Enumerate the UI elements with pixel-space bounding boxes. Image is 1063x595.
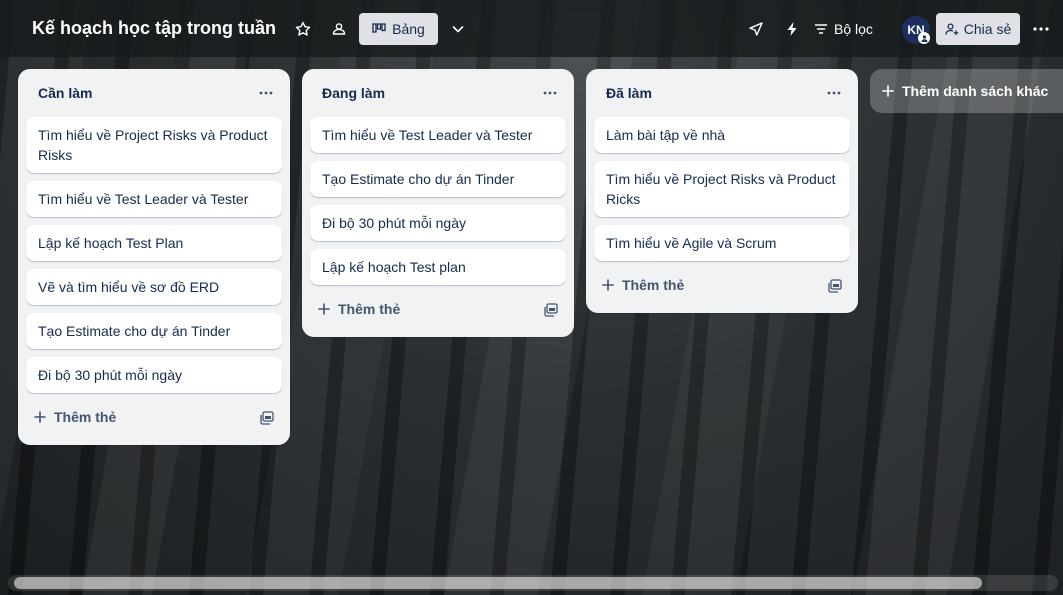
more-horizontal-icon	[1033, 27, 1049, 31]
create-from-template-button[interactable]	[828, 279, 842, 298]
list-header: Cần làm	[18, 69, 290, 117]
add-card-button[interactable]: Thêm thẻ	[34, 409, 116, 425]
add-card-button[interactable]: Thêm thẻ	[602, 277, 684, 293]
card[interactable]: Tạo Estimate cho dự án Tinder	[310, 161, 566, 197]
add-card-label: Thêm thẻ	[338, 301, 401, 317]
card[interactable]: Vẽ và tìm hiểu về sơ đồ ERD	[26, 269, 282, 305]
list-title[interactable]: Đã làm	[606, 85, 652, 101]
list-doing: Đang làm Tìm hiểu về Test Leader và Test…	[302, 69, 574, 337]
power-ups-button[interactable]	[744, 13, 768, 45]
card[interactable]: Tìm hiểu về Test Leader và Tester	[310, 117, 566, 153]
power-ups-icon	[749, 22, 763, 36]
filter-icon	[814, 24, 828, 34]
template-icon	[828, 279, 842, 293]
list-menu-button[interactable]	[538, 81, 562, 105]
list-footer: Thêm thẻ	[26, 401, 282, 437]
more-horizontal-icon	[259, 91, 273, 95]
more-horizontal-icon	[827, 91, 841, 95]
list-title[interactable]: Cần làm	[38, 85, 92, 101]
board-menu-button[interactable]	[1029, 13, 1053, 45]
add-card-label: Thêm thẻ	[622, 277, 685, 293]
list-menu-button[interactable]	[254, 81, 278, 105]
create-from-template-button[interactable]	[544, 303, 558, 322]
plus-icon	[318, 303, 330, 315]
card[interactable]: Tìm hiểu về Agile và Scrum	[594, 225, 850, 261]
filter-label: Bộ lọc	[834, 21, 873, 37]
list-footer: Thêm thẻ	[310, 293, 566, 329]
plus-icon	[602, 279, 614, 291]
list-footer: Thêm thẻ	[594, 269, 850, 305]
card[interactable]: Lập kế hoạch Test Plan	[26, 225, 282, 261]
card[interactable]: Lập kế hoạch Test plan	[310, 249, 566, 285]
card[interactable]: Tìm hiểu về Project Risks và Product Ris…	[26, 117, 282, 173]
template-icon	[260, 411, 274, 425]
list-title[interactable]: Đang làm	[322, 85, 385, 101]
add-card-label: Thêm thẻ	[54, 409, 117, 425]
card[interactable]: Làm bài tập về nhà	[594, 117, 850, 153]
card[interactable]: Đi bộ 30 phút mỗi ngày	[26, 357, 282, 393]
template-icon	[544, 303, 558, 317]
list-menu-button[interactable]	[822, 81, 846, 105]
view-switcher-button[interactable]	[446, 13, 470, 45]
add-person-icon	[945, 23, 958, 35]
horizontal-scrollbar[interactable]	[14, 577, 982, 589]
create-from-template-button[interactable]	[260, 411, 274, 430]
lightning-icon	[787, 22, 797, 36]
card[interactable]: Tìm hiểu về Project Risks và Product Ric…	[594, 161, 850, 217]
board-header: Kế hoạch học tập trong tuần Bảng Bộ lọc …	[0, 0, 1063, 57]
list-done: Đã làm Làm bài tập về nhà Tìm hiểu về Pr…	[586, 69, 858, 313]
chevron-down-icon	[452, 26, 464, 33]
card[interactable]: Tìm hiểu về Test Leader và Tester	[26, 181, 282, 217]
plus-icon	[34, 411, 46, 423]
card[interactable]: Đi bộ 30 phút mỗi ngày	[310, 205, 566, 241]
add-card-button[interactable]: Thêm thẻ	[318, 301, 400, 317]
star-button[interactable]	[291, 13, 315, 45]
board-view-label: Bảng	[392, 21, 425, 37]
list-header: Đang làm	[302, 69, 574, 117]
list-todo: Cần làm Tìm hiểu về Project Risks và Pro…	[18, 69, 290, 445]
filter-button[interactable]: Bộ lọc	[814, 13, 886, 45]
add-list-button[interactable]: Thêm danh sách khác	[870, 69, 1063, 113]
share-button[interactable]: Chia sẻ	[936, 13, 1020, 45]
share-label: Chia sẻ	[963, 21, 1012, 37]
board-view-icon	[372, 23, 386, 33]
board-title[interactable]: Kế hoạch học tập trong tuần	[32, 18, 276, 39]
list-header: Đã làm	[586, 69, 858, 117]
more-horizontal-icon	[543, 91, 557, 95]
star-icon	[295, 21, 311, 36]
workspace-visibility-button[interactable]	[327, 13, 351, 45]
card[interactable]: Tạo Estimate cho dự án Tinder	[26, 313, 282, 349]
admin-badge-icon	[918, 32, 930, 44]
workspace-visibility-icon	[332, 23, 346, 35]
board-view-button[interactable]: Bảng	[359, 13, 438, 45]
add-list-label: Thêm danh sách khác	[902, 83, 1049, 99]
automation-button[interactable]	[780, 13, 804, 45]
plus-icon	[882, 85, 894, 97]
